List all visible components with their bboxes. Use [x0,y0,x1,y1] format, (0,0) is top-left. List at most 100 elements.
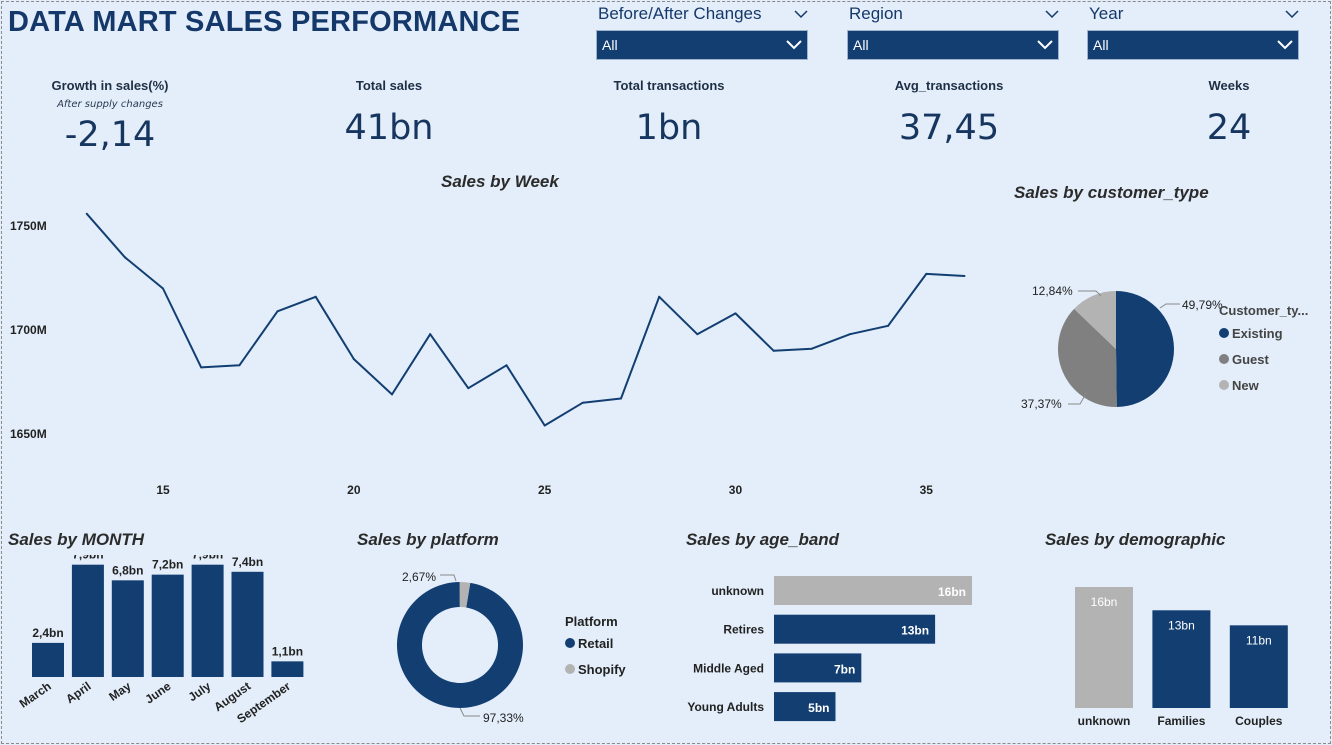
data-label: 11bn [1246,633,1272,647]
slicer-dropdown[interactable]: All [1087,30,1299,60]
pie-slice [1116,291,1174,407]
kpi-avg-transactions: Avg_transactions 37,45 [869,78,1029,146]
chart-title-age-band: Sales by age_band [686,530,840,549]
kpi-label: Avg_transactions [894,78,1004,93]
kpi-label: Total transactions [613,78,725,93]
kpi-sublabel: After supply changes [57,99,163,110]
bar [111,580,144,677]
legend-label: Existing [1232,326,1283,341]
slicer-label: Region [849,4,903,23]
data-label: 2,4bn [32,626,63,640]
data-point [123,256,126,259]
data-label: 97,33% [483,711,524,725]
data-label: 7bn [834,662,855,676]
bar [71,564,104,677]
kpi-label: Growth in sales(%) [51,78,169,93]
kpi-value: 24 [1206,108,1252,148]
data-point [162,287,165,290]
bar [271,661,304,677]
x-tick-label: April [63,679,93,706]
data-label: 49,79% [1182,298,1223,312]
bar [151,574,184,677]
data-point [200,366,203,369]
sales-by-customer-type-chart[interactable]: 49,79% 37,37% 12,84% Customer_ty... Existing… [1000,205,1332,435]
leader-line [459,707,480,717]
chart-title-platform: Sales by platform [357,530,499,549]
data-point [391,393,394,396]
sales-by-week-chart[interactable]: 1650M 1700M 1750M 15 20 25 30 35 [0,195,1000,505]
x-tick-label: unknown [1078,714,1131,728]
legend-label: New [1232,378,1260,393]
data-point [352,358,355,361]
data-point [620,397,622,400]
chevron-down-icon[interactable] [794,9,808,19]
data-point [963,275,966,277]
slicer-before-after[interactable]: Before/After Changes All [596,2,808,60]
y-tick-label: 1650M [10,427,47,441]
leader-line [440,574,457,582]
data-point [848,333,851,336]
data-point [85,212,88,215]
data-point [696,333,699,336]
legend-marker [1219,328,1229,338]
data-label: 7,9bn [192,555,223,562]
slicer-region[interactable]: Region All [847,2,1059,60]
y-tick-label: Retires [723,623,764,637]
leader-line [1159,303,1180,309]
chevron-down-icon [1037,40,1053,50]
x-tick-label: June [142,679,173,707]
chevron-down-icon[interactable] [1285,9,1299,19]
data-point [429,333,432,336]
sales-line [85,213,965,427]
x-tick-label: March [17,679,54,711]
data-point [925,272,928,275]
data-point [772,349,775,352]
x-tick-label: July [186,679,214,704]
data-label: 13bn [1168,618,1195,632]
sales-by-platform-chart[interactable]: 2,67% 97,33% Platform Retail Shopify [330,555,670,745]
sales-by-month-chart[interactable]: 2,4bn March 7,9bn April 6,8bn May 7,2bn June 7,9… [0,555,320,745]
legend-label: Guest [1232,352,1270,367]
x-tick-label: 35 [920,483,934,497]
data-point [276,310,279,313]
bar [32,642,64,677]
chart-title-week: Sales by Week [441,172,559,191]
chevron-down-icon[interactable] [1045,9,1059,19]
slicer-year[interactable]: Year All [1087,2,1299,60]
data-label: 13bn [901,624,929,638]
x-tick-label: Families [1157,714,1205,728]
slicer-label: Before/After Changes [598,4,762,23]
slicer-dropdown[interactable]: All [847,30,1059,60]
x-tick-label: 20 [347,483,361,497]
data-label: 7,4bn [232,555,263,569]
legend-title: Platform [565,614,618,629]
x-tick-label: May [106,679,133,704]
bar [191,564,224,677]
y-tick-label: 1750M [10,219,47,233]
data-point [810,347,813,350]
kpi-value: -2,14 [64,115,156,155]
data-point [467,387,470,390]
legend-title: Customer_ty... [1219,303,1308,318]
chart-title-demographic: Sales by demographic [1045,530,1226,549]
chevron-down-icon [786,40,802,50]
data-label: 6,8bn [112,563,143,577]
slicer-value: All [602,37,618,53]
x-tick-label: Couples [1235,714,1283,728]
legend-label: Shopify [578,662,626,677]
kpi-total-sales: Total sales 41bn [309,78,469,146]
sales-by-age-band-chart[interactable]: unknown 16bn Retires 13bn Middle Aged 7bn Youn… [670,555,1000,745]
slicer-dropdown[interactable]: All [596,30,808,60]
chart-title-month: Sales by MONTH [8,530,145,549]
y-tick-label: Middle Aged [693,661,764,675]
y-tick-label: 1700M [10,323,47,337]
data-point [734,312,737,315]
slicer-value: All [853,37,869,53]
data-label: 12,84% [1032,284,1073,298]
x-tick-label: 30 [729,483,743,497]
data-label: 1,1bn [272,644,303,658]
data-label: 7,9bn [72,555,103,562]
legend-marker [565,638,575,648]
y-tick-label: Young Adults [687,700,764,714]
sales-by-demographic-chart[interactable]: 16bn unknown 13bn Families 11bn Couples [1030,555,1330,745]
